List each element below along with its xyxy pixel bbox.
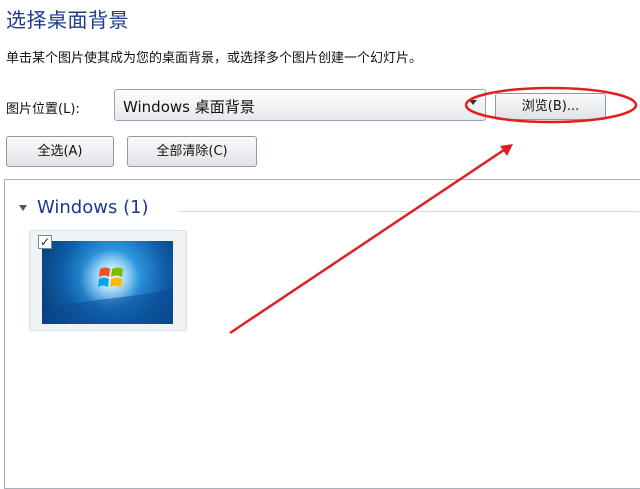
picture-location-label: 图片位置(L): [6, 102, 80, 117]
wallpaper-checkbox[interactable]: ✓ [38, 235, 52, 249]
select-all-button[interactable]: 全选(A) [6, 136, 114, 167]
group-divider [179, 211, 639, 212]
red-arrow-head [500, 144, 513, 156]
clear-all-button[interactable]: 全部清除(C) [127, 136, 257, 167]
chevron-down-icon [469, 100, 477, 105]
gallery-group-header[interactable]: Windows (1) [19, 197, 639, 221]
picture-location-dropdown[interactable]: Windows 桌面背景 [114, 89, 486, 121]
browse-button[interactable]: 浏览(B)... [495, 93, 606, 120]
wallpaper-thumbnail-card[interactable]: ✓ [29, 230, 187, 331]
wallpaper-gallery-panel: Windows (1) ✓ [4, 179, 640, 489]
picture-location-selected-value: Windows 桌面背景 [123, 98, 255, 116]
wallpaper-thumbnail-image[interactable] [42, 241, 173, 324]
page-title: 选择桌面背景 [6, 8, 129, 32]
page-description: 单击某个图片使其成为您的桌面背景，或选择多个图片创建一个幻灯片。 [6, 51, 423, 66]
collapse-triangle-icon[interactable] [19, 205, 27, 211]
gallery-group-label: Windows (1) [37, 197, 149, 218]
windows-logo-icon [42, 249, 173, 324]
